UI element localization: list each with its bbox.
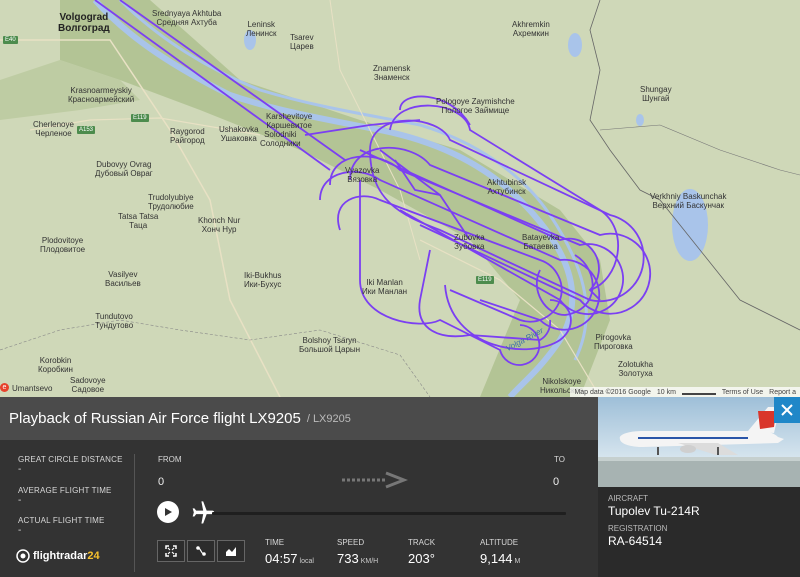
city-label: Plodovitoye Плодовитое (40, 236, 86, 254)
great-circle-distance-label: GREAT CIRCLE DISTANCE (18, 455, 123, 464)
city-label: Korobkin Коробкин (38, 356, 73, 374)
play-icon (165, 508, 172, 516)
city-label: Raygorod Райгород (170, 127, 205, 145)
registration-label: REGISTRATION (608, 524, 668, 533)
road-shield: E119 (131, 114, 149, 122)
city-label: Cherlenoye Черленое (33, 120, 74, 138)
city-label: Tatsa Tatsa Таца (118, 212, 159, 230)
city-label: Akhtubinsk Ахтубинск (487, 178, 527, 196)
graph-button[interactable] (217, 540, 245, 562)
city-label: Umantsevo (12, 384, 53, 393)
track-value: 203° (408, 551, 435, 566)
city-label: Bolshoy Tsaryn Большой Царын (299, 336, 361, 354)
city-label: Krasnoarmeyskiy Красноармейский (68, 86, 135, 104)
chart-icon (226, 547, 236, 556)
road-shield: E119 (476, 276, 494, 284)
from-label: FROM (158, 455, 182, 464)
actual-flight-time-value: - (18, 525, 22, 536)
city-label: Karshevitoye Каршевитое (266, 112, 313, 130)
playback-progress-track[interactable] (212, 512, 566, 515)
time-label: TIME (265, 538, 285, 547)
average-flight-time-value: - (18, 495, 22, 506)
flight-number-subtitle: / LX9205 (306, 412, 351, 425)
expand-icon (165, 545, 177, 557)
city-label: Iki-Bukhus Ики-Бухус (244, 271, 282, 289)
flight-playback-screen: Volgograd Волгоград Srednyaya Akhtuba Сред… (0, 0, 800, 577)
play-button[interactable] (157, 501, 179, 523)
from-value: 0 (158, 476, 165, 488)
fullscreen-button[interactable] (157, 540, 185, 562)
city-label: Srednyaya Akhtuba Средняя Ахтуба (152, 9, 222, 27)
close-button[interactable] (774, 397, 800, 423)
city-label: Tsarev Царев (290, 33, 314, 51)
aircraft-label: AIRCRAFT (608, 494, 648, 503)
city-label: Tundutovo Тундутово (95, 312, 134, 330)
city-label: Verkhniy Baskunchak Верхний Баскунчак (650, 192, 727, 210)
road-shield: E40 (3, 36, 18, 44)
time-value: 04:57 local (265, 551, 314, 566)
city-label: Trudolyubiye Трудолюбие (148, 193, 194, 211)
city-label: Zubovka Зубовка (454, 233, 485, 251)
aircraft-photo-drawing (598, 407, 800, 487)
map-scale-bar (681, 390, 716, 395)
city-label: Batayevka Батаевка (522, 233, 560, 251)
altitude-value: 9,144 M (480, 551, 521, 566)
aircraft-side-panel: AIRCRAFT Tupolev Tu-214R REGISTRATION RA… (598, 397, 800, 577)
city-label: Dubovyy Ovrag Дубовый Овраг (95, 160, 153, 178)
city-label: Pirogovka Пироговка (594, 333, 633, 351)
road-shield: A153 (77, 126, 96, 134)
logo-text: flightradar24 (33, 550, 100, 562)
city-label-volgograd: Volgograd Волгоград (58, 12, 110, 34)
map-marker-icon[interactable]: e (0, 383, 9, 392)
route-arrow-icon (342, 471, 408, 489)
city-label: Vyazovka Вязовка (345, 166, 380, 184)
map-report-link[interactable]: Report a (769, 389, 796, 396)
registration-value: RA-64514 (608, 534, 663, 548)
route-button[interactable] (187, 540, 215, 562)
altitude-label: ALTITUDE (480, 538, 519, 547)
city-label: Znamensk Знаменск (373, 64, 411, 82)
city-label: Khonch Nur Хонч Нур (198, 216, 241, 234)
route-icon (196, 546, 206, 556)
aircraft-value: Tupolev Tu-214R (608, 504, 700, 518)
city-label: Vasilyev Васильев (105, 270, 141, 288)
average-flight-time-label: AVERAGE FLIGHT TIME (18, 486, 112, 495)
city-label: Solodniki Солодники (260, 130, 301, 148)
to-value: 0 (553, 476, 560, 488)
city-label: Ushakovka Ушаковка (219, 125, 259, 143)
flight-info-panel: GREAT CIRCLE DISTANCE - AVERAGE FLIGHT T… (0, 440, 598, 577)
to-label: TO (554, 455, 565, 464)
map-attribution: Map data ©2016 Google 10 km Terms of Use… (570, 387, 800, 397)
map-view[interactable]: Volgograd Волгоград Srednyaya Akhtuba Сред… (0, 0, 800, 397)
radar-logo-icon (16, 549, 30, 563)
panel-divider (134, 454, 135, 572)
actual-flight-time-label: ACTUAL FLIGHT TIME (18, 516, 105, 525)
close-icon (781, 404, 793, 416)
map-scale-label: 10 km (656, 388, 676, 396)
aircraft-photo[interactable] (598, 397, 800, 487)
map-terms-link[interactable]: Terms of Use (722, 389, 763, 396)
city-label: Pologoye Zaymishche Пологое Займище (436, 97, 515, 115)
playback-title-bar: Playback of Russian Air Force flight LX9… (0, 397, 598, 440)
track-label: TRACK (408, 538, 436, 547)
page-title: Playback of Russian Air Force flight LX9… (9, 410, 301, 427)
city-label: Akhremkin Ахремкин (512, 20, 550, 38)
speed-value: 733 KM/H (337, 551, 379, 566)
city-label: Iki Manlan Ики Манлан (362, 278, 408, 296)
city-label: Shungay Шунгай (640, 85, 672, 103)
speed-label: SPEED (337, 538, 365, 547)
great-circle-distance-value: - (18, 464, 22, 475)
flightradar24-logo[interactable]: flightradar24 (16, 549, 100, 563)
city-label: Zolotukha Золотуха (618, 360, 654, 378)
city-label: Sadovoye Садовое (70, 376, 106, 394)
map-copyright: Map data ©2016 Google (574, 388, 651, 396)
city-label: Leninsk Ленинск (246, 20, 277, 38)
